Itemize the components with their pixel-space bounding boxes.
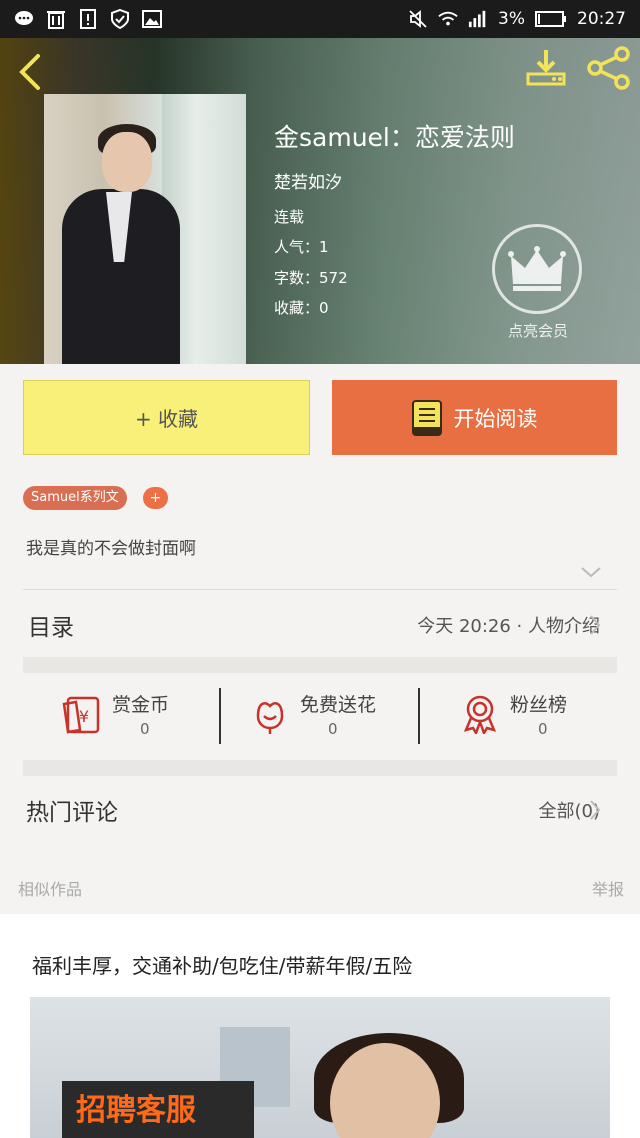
crown-icon [508,246,566,291]
stat-count: 0 [538,720,548,738]
signal-icon [468,9,488,29]
ribbon-badge-icon [463,695,497,734]
wifi-icon [438,9,458,29]
favorites-button-label: + 收藏 [134,407,199,431]
coin-envelope-icon: ¥ [62,696,100,734]
book-cover-image[interactable] [44,94,246,364]
expand-chevron-icon[interactable] [580,564,602,578]
vertical-divider [219,688,221,744]
ad-badge: 招聘客服 [62,1081,254,1138]
add-to-favorites-button[interactable]: + 收藏 [23,380,310,455]
reward-coins-button[interactable]: ¥ 赏金币 0 [62,688,252,744]
report-link[interactable]: 举报 [592,876,624,900]
chat-notification-icon [14,9,34,29]
section-separator [23,760,617,776]
add-tag-button[interactable]: + [143,487,168,509]
ad-image[interactable]: 招聘客服 [30,997,610,1138]
svg-text:¥: ¥ [79,707,89,726]
section-separator [23,657,617,673]
author-name[interactable]: 楚若如汐 [274,168,342,193]
stat-label: 赏金币 [112,694,170,716]
book-header: 金samuel：恋爱法则 楚若如汐 连载 人气：1 字数：572 收藏：0 点亮… [0,38,640,364]
series-tag[interactable]: Samuel系列文 [23,486,127,510]
trash-notification-icon [46,9,66,29]
stat-count: 0 [328,720,338,738]
popularity-count: 人气：1 [274,238,329,256]
book-icon [411,399,442,436]
word-count: 字数：572 [274,269,348,287]
latest-chapter: 今天 20:26 · 人物介绍 [417,616,600,637]
fan-ranking-button[interactable]: 粉丝榜 0 [460,688,640,744]
ad-card[interactable]: 福利丰厚，交通补助/包吃住/带薪年假/五险 招聘客服 [0,914,640,1138]
divider [23,589,617,590]
book-title: 金samuel：恋爱法则 [274,123,515,152]
start-reading-button[interactable]: 开始阅读 [332,380,617,455]
book-description: 我是真的不会做封面啊 [26,539,196,559]
similar-works-label: 相似作品 [18,880,83,899]
flower-icon [256,702,284,734]
share-button[interactable] [586,46,632,90]
stat-label: 粉丝榜 [510,694,568,716]
ad-headline: 福利丰厚，交通补助/包吃住/带薪年假/五险 [32,954,413,978]
alert-notification-icon [78,9,98,29]
back-button[interactable] [14,52,46,90]
shield-notification-icon [110,9,130,29]
download-button[interactable] [524,46,568,90]
vip-label: 点亮会员 [507,322,568,340]
clock: 20:27 [577,9,626,29]
battery-icon [535,9,567,29]
vip-button[interactable] [492,224,582,314]
toc-label: 目录 [28,615,74,641]
vertical-divider [418,688,420,744]
stat-label: 免费送花 [300,694,377,716]
battery-percent: 3% [498,9,525,29]
start-reading-label: 开始阅读 [453,406,538,431]
send-flowers-button[interactable]: 免费送花 0 [250,688,440,744]
chevron-right-icon [588,614,602,636]
chevron-right-icon [588,799,602,821]
favorites-count: 收藏：0 [274,299,329,317]
status-bar: 3% 20:27 [0,0,640,38]
image-notification-icon [142,9,162,29]
book-status: 连载 [274,208,305,226]
mute-icon [408,9,428,29]
stat-count: 0 [140,720,150,738]
hot-comments-label: 热门评论 [26,800,118,826]
